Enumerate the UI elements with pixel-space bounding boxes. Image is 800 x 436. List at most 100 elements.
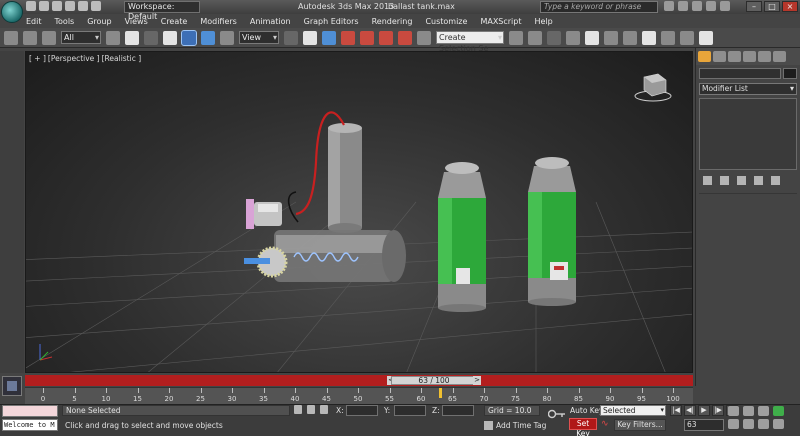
menu-modifiers[interactable]: Modifiers <box>200 17 237 26</box>
curve-editor-icon[interactable] <box>585 30 599 45</box>
search-icon[interactable] <box>664 1 674 11</box>
menu-group[interactable]: Group <box>87 17 111 26</box>
project-folder-icon[interactable] <box>91 1 101 11</box>
zoom-icon[interactable] <box>728 406 739 416</box>
black-wire-object[interactable] <box>287 191 299 223</box>
spinner-snap-icon[interactable] <box>398 30 412 45</box>
maxscript-listener-input[interactable] <box>2 405 58 417</box>
menu-edit[interactable]: Edit <box>26 17 42 26</box>
maximize-viewport-icon[interactable] <box>773 419 784 429</box>
viewport-shading-menu[interactable]: [Realistic ] <box>102 54 142 63</box>
zoom-extents-all-icon[interactable] <box>773 406 784 416</box>
next-frame-icon[interactable]: |▶ <box>712 405 724 416</box>
schematic-view-icon[interactable] <box>604 30 618 45</box>
mini-curve-editor-icon[interactable] <box>2 376 22 396</box>
menu-tools[interactable]: Tools <box>55 17 75 26</box>
perspective-viewport[interactable]: [ + ] [Perspective ] [Realistic ] <box>25 51 693 373</box>
modifier-stack[interactable] <box>699 98 797 170</box>
set-keys-key-icon[interactable] <box>548 409 566 419</box>
unlink-icon[interactable] <box>23 30 37 45</box>
select-object-icon[interactable] <box>106 30 120 45</box>
redo-icon[interactable] <box>78 1 88 11</box>
workspace-dropdown[interactable]: Workspace: Default <box>124 1 200 21</box>
favorites-star-icon[interactable] <box>706 1 716 11</box>
field-of-view-icon[interactable] <box>728 419 739 429</box>
undo-icon[interactable] <box>65 1 75 11</box>
syringe-tank-object[interactable] <box>244 230 406 282</box>
minimize-button[interactable]: – <box>746 1 762 12</box>
search-input[interactable]: Type a keyword or phrase <box>540 1 658 13</box>
x-coordinate-field[interactable] <box>346 405 378 416</box>
select-and-scale-icon[interactable] <box>220 30 234 45</box>
remove-modifier-icon[interactable] <box>754 176 763 185</box>
menu-customize[interactable]: Customize <box>425 17 467 26</box>
pan-view-icon[interactable] <box>743 419 754 429</box>
make-unique-icon[interactable] <box>737 176 746 185</box>
menu-animation[interactable]: Animation <box>250 17 291 26</box>
add-time-tag[interactable]: Add Time Tag <box>484 420 546 431</box>
selection-filter-dropdown[interactable]: All <box>61 31 101 44</box>
select-manipulate-icon[interactable] <box>303 30 317 45</box>
zoom-extents-icon[interactable] <box>758 406 769 416</box>
bind-spacewarp-icon[interactable] <box>42 30 56 45</box>
close-button[interactable]: × <box>782 1 798 12</box>
menu-graph-editors[interactable]: Graph Editors <box>304 17 359 26</box>
z-coordinate-field[interactable] <box>442 405 474 416</box>
selection-lock-icon[interactable] <box>294 405 302 414</box>
open-file-icon[interactable] <box>39 1 49 11</box>
select-and-move-icon[interactable] <box>181 29 197 46</box>
set-key-button[interactable]: Set Key <box>569 418 597 436</box>
object-name-input[interactable] <box>699 68 781 79</box>
current-frame-input[interactable]: 63 <box>684 419 724 431</box>
graphite-ribbon-icon[interactable] <box>566 30 580 45</box>
layer-manager-icon[interactable] <box>547 30 561 45</box>
new-file-icon[interactable] <box>26 1 36 11</box>
lock-icon[interactable] <box>307 405 315 414</box>
select-and-rotate-icon[interactable] <box>201 30 215 45</box>
window-crossing-icon[interactable] <box>163 30 177 45</box>
menu-help[interactable]: Help <box>535 17 553 26</box>
render-setup-icon[interactable] <box>642 30 656 45</box>
orbit-icon[interactable] <box>758 419 769 429</box>
keyboard-shortcut-override-icon[interactable] <box>322 30 336 45</box>
align-icon[interactable] <box>528 30 542 45</box>
snaps-toggle-icon[interactable] <box>341 30 355 45</box>
subscription-icon[interactable] <box>678 1 688 11</box>
modify-tab-icon[interactable] <box>713 51 726 62</box>
named-selection-set-dropdown[interactable]: Create Selection Se <box>436 31 504 53</box>
object-color-swatch[interactable] <box>783 68 797 79</box>
motion-tab-icon[interactable] <box>743 51 756 62</box>
time-slider-thumb[interactable]: 63 / 100 <box>391 376 477 385</box>
y-coordinate-field[interactable] <box>394 405 426 416</box>
select-by-name-icon[interactable] <box>125 30 139 45</box>
menu-maxscript[interactable]: MAXScript <box>480 17 521 26</box>
viewport-point-of-view-menu[interactable]: [Perspective ] <box>48 54 100 63</box>
key-filters-button[interactable]: Key Filters... <box>614 419 666 431</box>
render-production-icon[interactable] <box>680 30 694 45</box>
mirror-icon[interactable] <box>509 30 523 45</box>
communication-icon[interactable] <box>692 1 702 11</box>
maxscript-listener-output[interactable]: Welcome to M <box>2 419 58 431</box>
time-slider[interactable]: < 63 / 100 > <box>25 375 693 386</box>
viewport-label[interactable]: [ + ] [Perspective ] [Realistic ] <box>29 54 143 63</box>
auto-key-button[interactable]: Auto Key <box>570 405 603 416</box>
viewport-general-menu[interactable]: [ + ] <box>29 54 46 63</box>
show-end-result-icon[interactable] <box>720 176 729 185</box>
green-tank-right[interactable] <box>528 157 576 306</box>
configure-modifier-sets-icon[interactable] <box>771 176 780 185</box>
maximize-button[interactable]: □ <box>764 1 780 12</box>
play-icon[interactable]: ▶ <box>698 405 710 416</box>
application-menu-logo-icon[interactable] <box>1 1 23 23</box>
rendered-frame-window-icon[interactable] <box>661 30 675 45</box>
green-tank-left[interactable] <box>438 162 486 312</box>
edit-named-selection-icon[interactable] <box>417 30 431 45</box>
absolute-mode-icon[interactable] <box>320 405 328 414</box>
render-teapot-icon[interactable] <box>699 30 713 45</box>
utilities-tab-icon[interactable] <box>773 51 786 62</box>
percent-snap-icon[interactable] <box>379 30 393 45</box>
go-to-start-icon[interactable]: |◀ <box>670 405 682 416</box>
default-in-out-tangent-icon[interactable]: ∿ <box>601 420 611 430</box>
rectangular-selection-icon[interactable] <box>144 30 158 45</box>
time-slider-next-button[interactable]: > <box>473 376 481 385</box>
key-mode-dropdown[interactable]: Selected <box>600 405 666 416</box>
